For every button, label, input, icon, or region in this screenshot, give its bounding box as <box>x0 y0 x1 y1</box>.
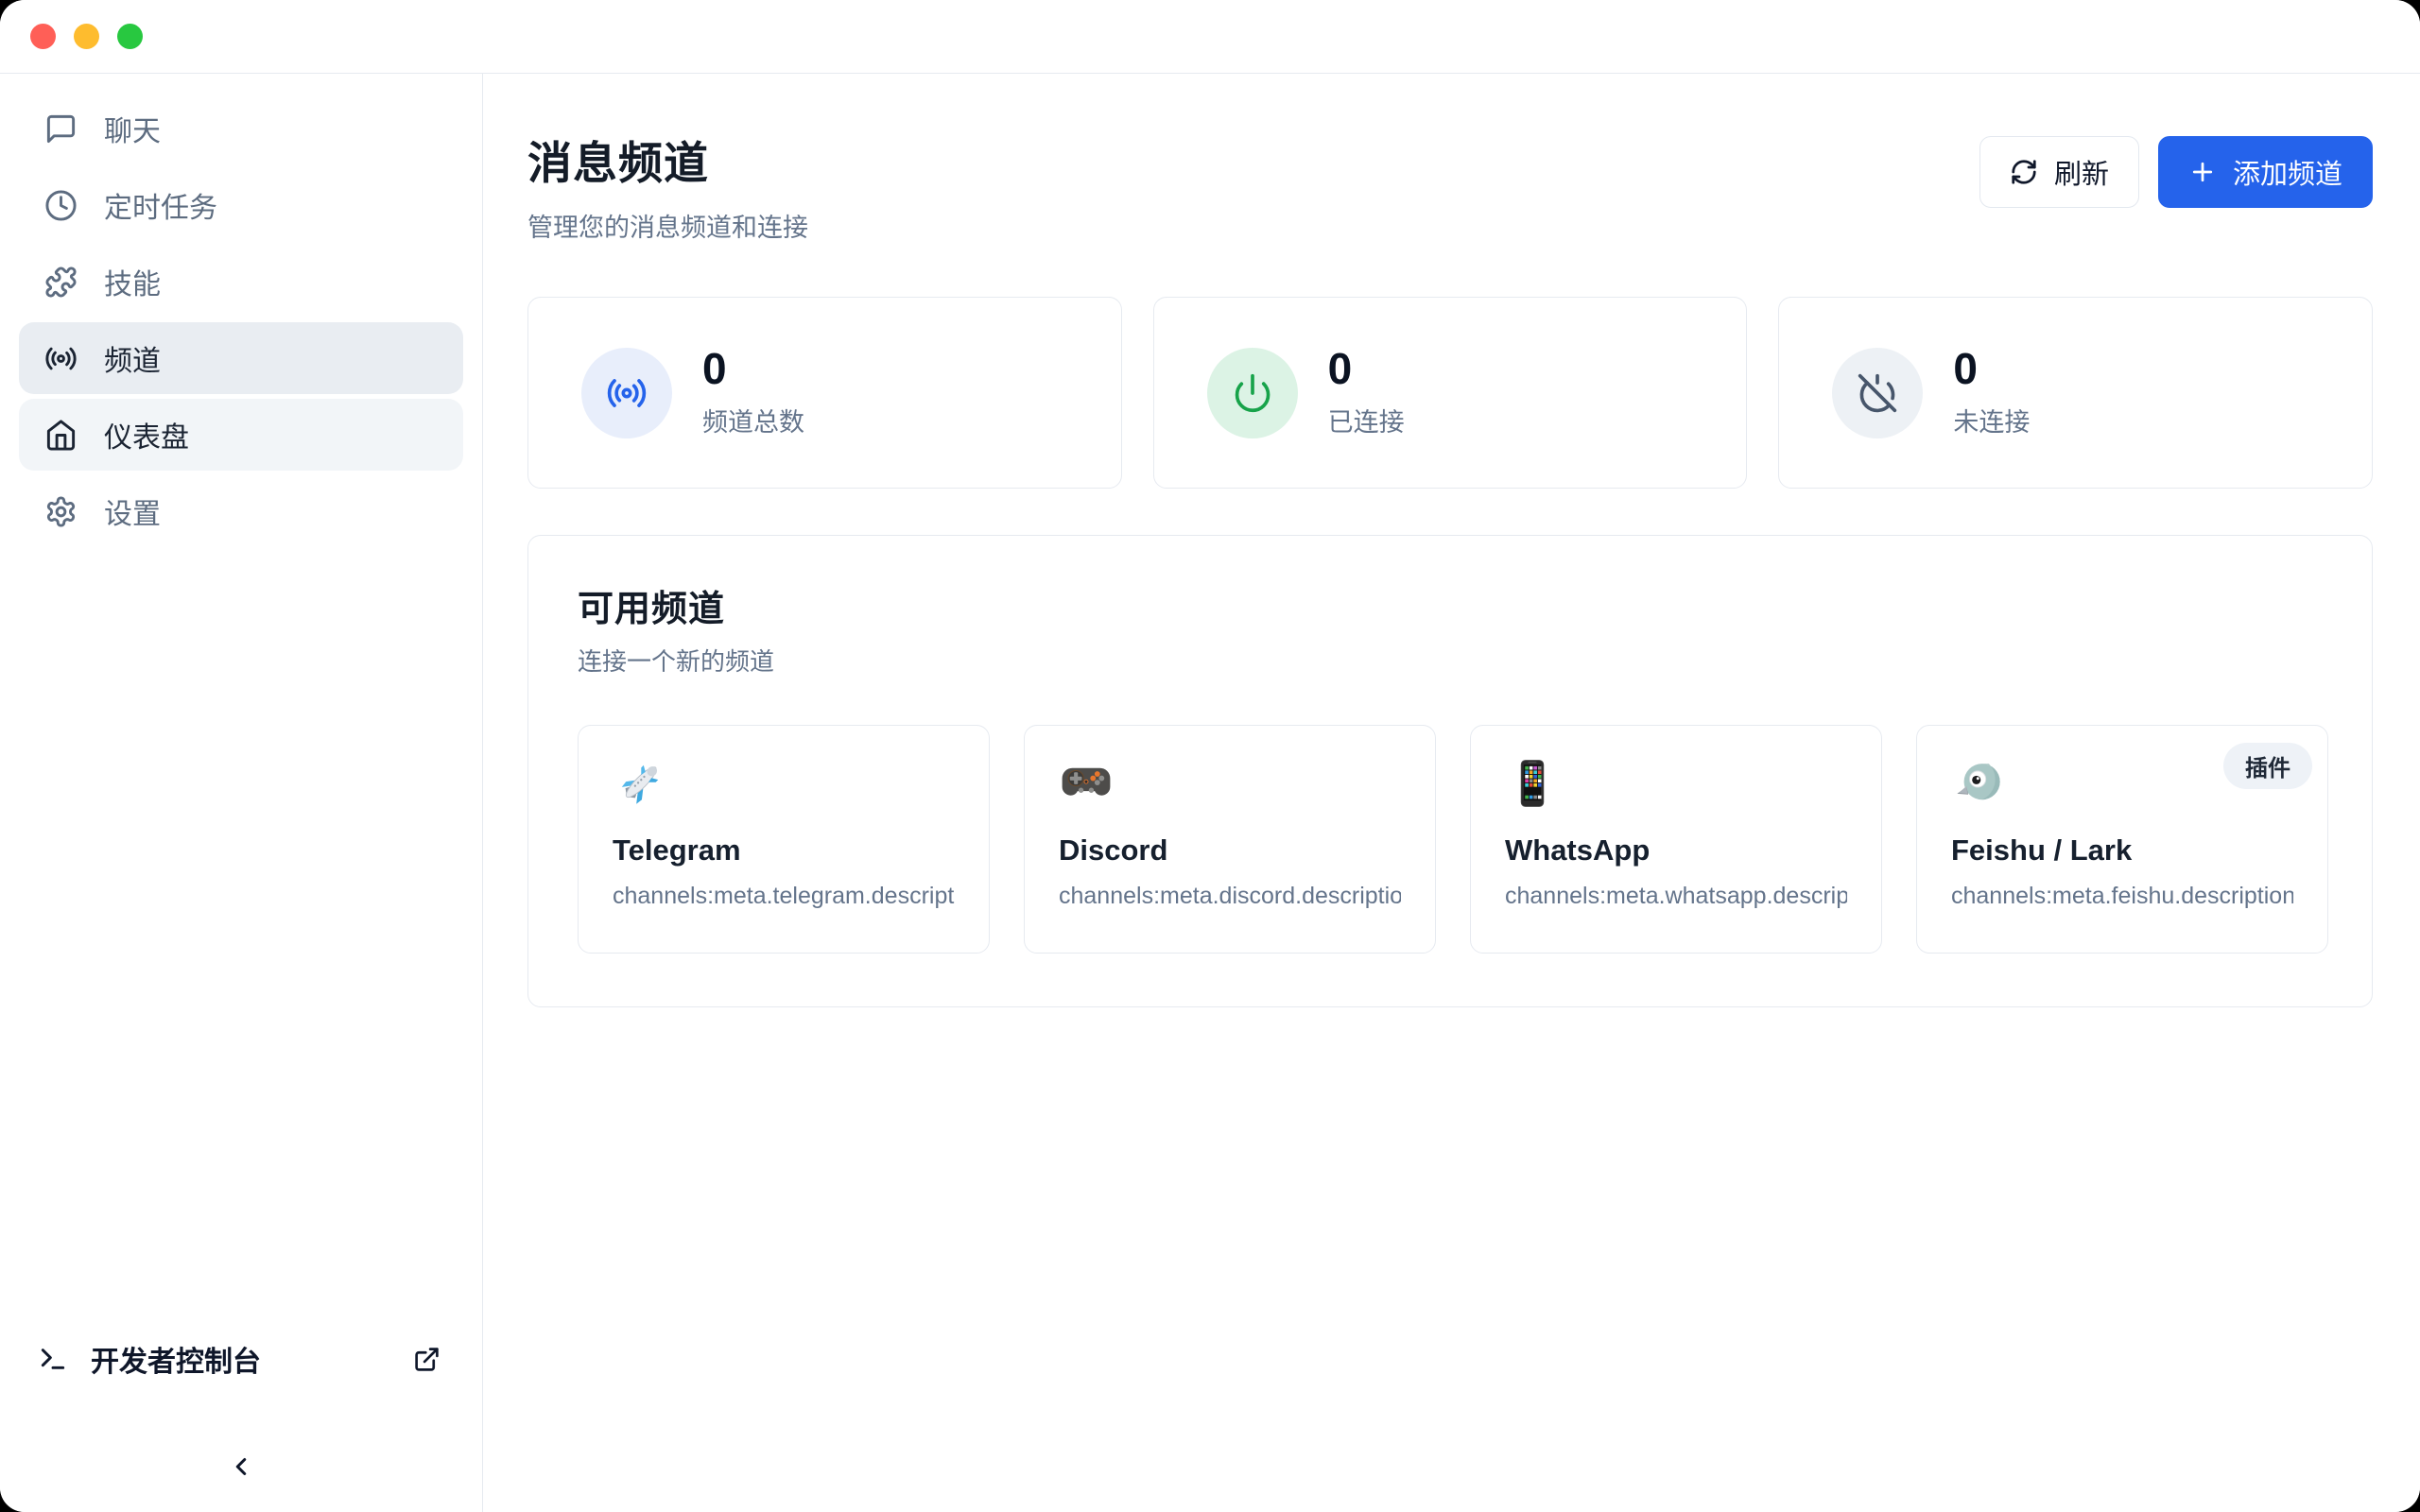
sidebar-item-label: 技能 <box>104 261 161 302</box>
sidebar-item-chat[interactable]: 聊天 <box>19 93 463 164</box>
collapse-sidebar-button[interactable] <box>213 1438 269 1495</box>
zoom-window-button[interactable] <box>117 24 143 49</box>
sidebar-item-skills[interactable]: 技能 <box>19 246 463 318</box>
stat-value: 0 <box>702 347 804 390</box>
stat-label: 已连接 <box>1328 402 1405 438</box>
power-off-icon <box>1832 348 1923 438</box>
gamepad-emoji <box>1059 756 1114 811</box>
chevron-left-icon <box>227 1452 255 1481</box>
chat-bubble-icon <box>44 112 78 146</box>
stat-card-connected: 0 已连接 <box>1153 297 1748 489</box>
stat-label: 未连接 <box>1953 402 2030 438</box>
channel-card-discord[interactable]: Discord channels:meta.discord.descriptio… <box>1024 725 1436 954</box>
sidebar-item-settings[interactable]: 设置 <box>19 475 463 547</box>
channel-name: Discord <box>1059 833 1401 868</box>
refresh-button-label: 刷新 <box>2054 152 2109 192</box>
puzzle-icon <box>44 266 78 299</box>
refresh-icon <box>2010 158 2038 186</box>
app-window: 聊天 定时任务 技能 频道 仪表盘 <box>0 0 2420 1512</box>
main-content: 消息频道 管理您的消息频道和连接 刷新 添加频道 <box>483 74 2420 1512</box>
traffic-lights <box>30 24 143 49</box>
add-channel-button[interactable]: 添加频道 <box>2158 136 2373 208</box>
channel-card-whatsapp[interactable]: WhatsApp channels:meta.whatsapp.descript… <box>1470 725 1882 954</box>
page-title: 消息频道 <box>527 127 808 192</box>
developer-console-label: 开发者控制台 <box>91 1338 261 1380</box>
channel-description: channels:meta.telegram.description <box>613 883 955 910</box>
stat-value: 0 <box>1328 347 1405 390</box>
bird-emoji <box>1951 756 2006 811</box>
sidebar-item-scheduled-tasks[interactable]: 定时任务 <box>19 169 463 241</box>
channel-name: Telegram <box>613 833 955 868</box>
available-channels-section: 可用频道 连接一个新的频道 <box>527 535 2373 1007</box>
external-link-icon[interactable] <box>413 1346 441 1373</box>
home-icon <box>44 419 78 452</box>
channel-description: channels:meta.whatsapp.description <box>1505 883 1847 910</box>
stat-label: 频道总数 <box>702 402 804 438</box>
page-subtitle: 管理您的消息频道和连接 <box>527 207 808 244</box>
refresh-button[interactable]: 刷新 <box>1979 136 2139 208</box>
channel-description: channels:meta.feishu.description <box>1951 883 2293 910</box>
section-title: 可用频道 <box>578 579 2323 631</box>
stats-row: 0 频道总数 0 已连接 <box>527 297 2373 489</box>
stat-value: 0 <box>1953 347 2030 390</box>
sidebar-item-label: 仪表盘 <box>104 414 189 455</box>
radio-icon <box>44 342 78 375</box>
sidebar-item-label: 定时任务 <box>104 184 217 226</box>
channel-name: Feishu / Lark <box>1951 833 2293 868</box>
plugin-badge: 插件 <box>2223 743 2312 789</box>
sidebar-item-label: 频道 <box>104 337 161 379</box>
sidebar-item-label: 聊天 <box>104 108 161 149</box>
gear-icon <box>44 495 78 528</box>
channel-name: WhatsApp <box>1505 833 1847 868</box>
channel-card-telegram[interactable]: Telegram channels:meta.telegram.descript… <box>578 725 990 954</box>
airplane-emoji <box>613 756 667 811</box>
sidebar-item-channels[interactable]: 频道 <box>19 322 463 394</box>
mobile-phone-emoji <box>1505 756 1560 811</box>
section-subtitle: 连接一个新的频道 <box>578 643 2323 678</box>
add-channel-button-label: 添加频道 <box>2233 152 2342 192</box>
developer-console-link[interactable]: 开发者控制台 <box>0 1329 482 1389</box>
clock-icon <box>44 189 78 222</box>
sidebar: 聊天 定时任务 技能 频道 仪表盘 <box>0 74 483 1512</box>
sidebar-nav: 聊天 定时任务 技能 频道 仪表盘 <box>0 74 482 1329</box>
power-icon <box>1207 348 1298 438</box>
stat-card-total-channels: 0 频道总数 <box>527 297 1122 489</box>
channel-card-feishu[interactable]: 插件 Feishu / Lark channels:meta.feishu.de… <box>1916 725 2328 954</box>
channels-row: Telegram channels:meta.telegram.descript… <box>578 725 2323 954</box>
channel-description: channels:meta.discord.description <box>1059 883 1401 910</box>
minimize-window-button[interactable] <box>74 24 99 49</box>
radio-icon <box>581 348 672 438</box>
close-window-button[interactable] <box>30 24 56 49</box>
sidebar-item-dashboard[interactable]: 仪表盘 <box>19 399 463 471</box>
plus-icon <box>2188 158 2217 186</box>
titlebar <box>0 0 2420 74</box>
stat-card-disconnected: 0 未连接 <box>1778 297 2373 489</box>
terminal-icon <box>38 1344 68 1374</box>
sidebar-item-label: 设置 <box>104 490 161 532</box>
